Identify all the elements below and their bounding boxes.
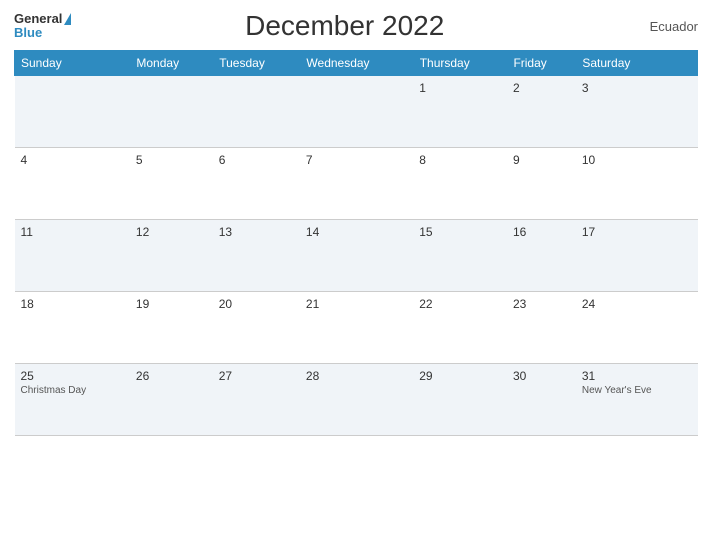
logo: General Blue [14, 12, 71, 41]
day-number: 21 [306, 297, 407, 311]
calendar-cell: 11 [15, 220, 130, 292]
day-number: 19 [136, 297, 207, 311]
calendar-table: SundayMondayTuesdayWednesdayThursdayFrid… [14, 50, 698, 436]
day-number: 13 [219, 225, 294, 239]
calendar-week-row: 11 12 13 14 15 16 17 [15, 220, 698, 292]
calendar-cell: 12 [130, 220, 213, 292]
weekday-header: Tuesday [213, 51, 300, 76]
calendar-cell: 3 [576, 76, 698, 148]
calendar-container: General Blue December 2022 Ecuador Sunda… [0, 0, 712, 550]
day-number: 22 [419, 297, 501, 311]
day-number: 23 [513, 297, 570, 311]
calendar-cell: 18 [15, 292, 130, 364]
calendar-cell [130, 76, 213, 148]
calendar-cell: 30 [507, 364, 576, 436]
calendar-cell [15, 76, 130, 148]
day-number: 29 [419, 369, 501, 383]
holiday-label: Christmas Day [21, 385, 124, 396]
day-number: 15 [419, 225, 501, 239]
calendar-cell: 14 [300, 220, 413, 292]
weekday-header: Friday [507, 51, 576, 76]
day-number: 9 [513, 153, 570, 167]
calendar-cell: 25 Christmas Day [15, 364, 130, 436]
day-number: 8 [419, 153, 501, 167]
day-number: 5 [136, 153, 207, 167]
weekday-header: Monday [130, 51, 213, 76]
calendar-week-row: 456789 10 [15, 148, 698, 220]
day-number: 4 [21, 153, 124, 167]
day-number: 11 [21, 225, 124, 239]
day-number: 18 [21, 297, 124, 311]
logo-flag-icon [64, 13, 71, 25]
calendar-cell: 28 [300, 364, 413, 436]
calendar-header: General Blue December 2022 Ecuador [14, 10, 698, 42]
day-number: 24 [582, 297, 692, 311]
calendar-cell: 5 [130, 148, 213, 220]
day-number: 28 [306, 369, 407, 383]
calendar-cell: 15 [413, 220, 507, 292]
calendar-week-row: 123 [15, 76, 698, 148]
calendar-body: 1234567891011121314151617181920212223242… [15, 76, 698, 436]
calendar-cell: 6 [213, 148, 300, 220]
calendar-cell: 16 [507, 220, 576, 292]
weekday-header: Sunday [15, 51, 130, 76]
calendar-cell: 17 [576, 220, 698, 292]
calendar-cell: 23 [507, 292, 576, 364]
day-number: 14 [306, 225, 407, 239]
weekday-header: Wednesday [300, 51, 413, 76]
calendar-cell: 4 [15, 148, 130, 220]
calendar-week-row: 25 Christmas Day 26 27 28 29 30 31 New Year's Ev… [15, 364, 698, 436]
day-number: 3 [582, 81, 692, 95]
calendar-cell: 10 [576, 148, 698, 220]
calendar-cell [213, 76, 300, 148]
day-number: 17 [582, 225, 692, 239]
logo-general-text: General [14, 12, 62, 26]
calendar-cell: 27 [213, 364, 300, 436]
calendar-header-row: SundayMondayTuesdayWednesdayThursdayFrid… [15, 51, 698, 76]
calendar-cell: 21 [300, 292, 413, 364]
calendar-cell: 2 [507, 76, 576, 148]
calendar-cell [300, 76, 413, 148]
day-number: 25 [21, 369, 124, 383]
day-number: 7 [306, 153, 407, 167]
calendar-week-row: 18 19 20 21 22 23 24 [15, 292, 698, 364]
calendar-cell: 19 [130, 292, 213, 364]
day-number: 6 [219, 153, 294, 167]
day-number: 12 [136, 225, 207, 239]
calendar-cell: 1 [413, 76, 507, 148]
country-label: Ecuador [618, 19, 698, 34]
day-number: 10 [582, 153, 692, 167]
calendar-title: December 2022 [71, 10, 618, 42]
day-number: 2 [513, 81, 570, 95]
day-number: 27 [219, 369, 294, 383]
day-number: 30 [513, 369, 570, 383]
calendar-cell: 22 [413, 292, 507, 364]
calendar-cell: 20 [213, 292, 300, 364]
day-number: 31 [582, 369, 692, 383]
calendar-cell: 31 New Year's Eve [576, 364, 698, 436]
logo-blue-text: Blue [14, 26, 42, 40]
calendar-cell: 9 [507, 148, 576, 220]
weekday-header: Thursday [413, 51, 507, 76]
calendar-cell: 8 [413, 148, 507, 220]
day-number: 20 [219, 297, 294, 311]
holiday-label: New Year's Eve [582, 385, 692, 396]
calendar-cell: 24 [576, 292, 698, 364]
calendar-cell: 29 [413, 364, 507, 436]
day-number: 26 [136, 369, 207, 383]
calendar-cell: 26 [130, 364, 213, 436]
day-number: 1 [419, 81, 501, 95]
calendar-cell: 7 [300, 148, 413, 220]
day-number: 16 [513, 225, 570, 239]
weekday-header: Saturday [576, 51, 698, 76]
calendar-cell: 13 [213, 220, 300, 292]
